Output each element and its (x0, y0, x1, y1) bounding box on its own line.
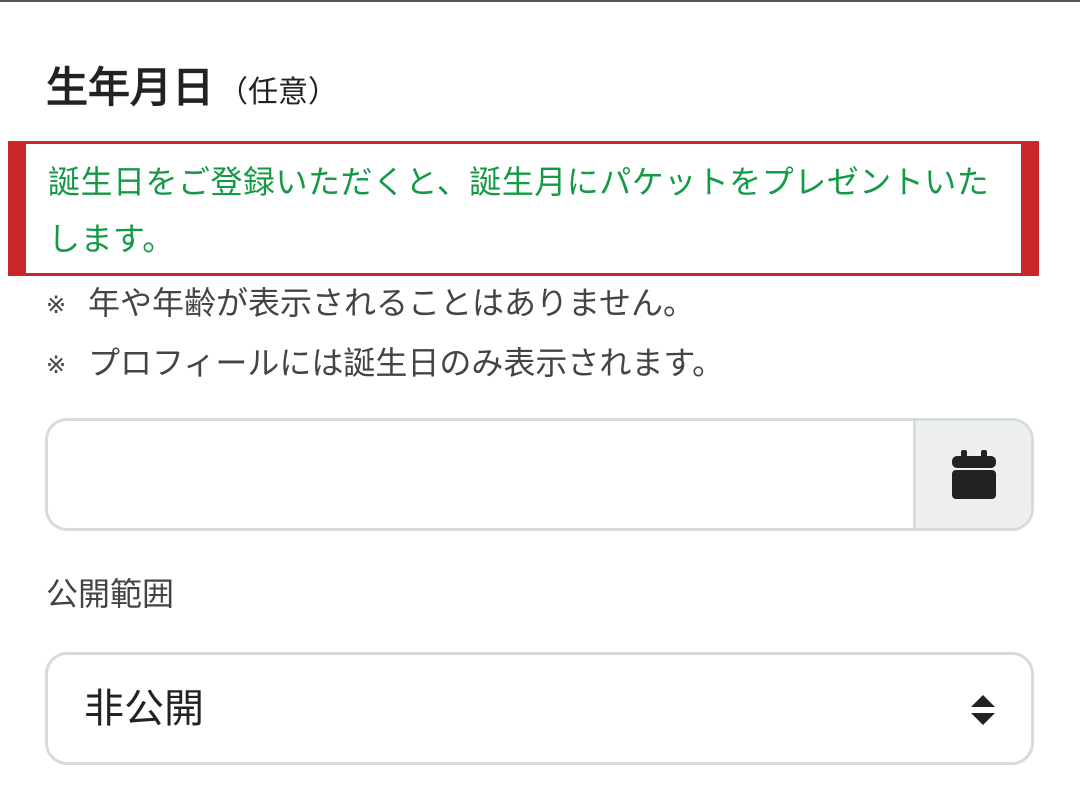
section-title: 生年月日 （任意） (46, 58, 338, 123)
optional-label: （任意） (218, 75, 339, 110)
visibility-label: 公開範囲 (46, 575, 175, 613)
visibility-select[interactable]: 非公開 (45, 652, 1034, 765)
note-mark: ※ (46, 351, 67, 379)
birthday-input-group (45, 418, 1034, 531)
calendar-button[interactable] (913, 421, 1031, 528)
note-text: 年や年齢が表示されることはありません。 (88, 284, 696, 322)
note-item: ※ 年や年齢が表示されることはありません。 (46, 283, 695, 325)
sort-arrows-icon (971, 695, 995, 725)
section-title-text: 生年月日 (46, 63, 215, 112)
birthday-form-page: 生年月日 （任意） 誕生日をご登録いただくと、誕生月にパケットをプレゼントいたしま… (0, 0, 1080, 797)
calendar-icon (951, 449, 996, 499)
visibility-selected-value: 非公開 (84, 686, 204, 732)
note-item: ※ プロフィールには誕生日のみ表示されます。 (46, 343, 724, 385)
birthday-input[interactable] (48, 421, 916, 528)
top-divider (0, 0, 1080, 2)
note-text: プロフィールには誕生日のみ表示されます。 (88, 344, 725, 382)
birthday-present-notice: 誕生日をご登録いただくと、誕生月にパケットをプレゼントいたします。 (8, 141, 1039, 276)
notice-text: 誕生日をご登録いただくと、誕生月にパケットをプレゼントいたします。 (48, 163, 990, 258)
note-mark: ※ (46, 291, 67, 319)
